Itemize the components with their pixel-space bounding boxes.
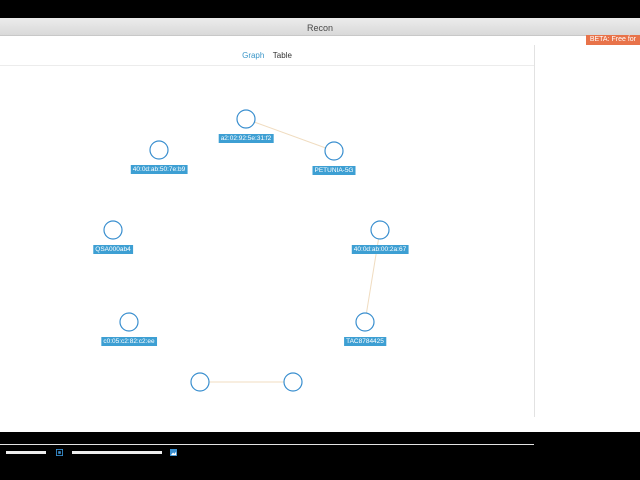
node-label: PETUNIA-5G — [314, 167, 353, 174]
node-circle[interactable] — [370, 220, 390, 240]
network-graph[interactable]: a2:02:92:5e:31:f2 40:0d:ab:50:7e:b9 PETUNI… — [0, 65, 534, 397]
node-circle[interactable] — [190, 372, 210, 392]
title-bar: Recon — [0, 18, 640, 36]
graph-node[interactable]: TAC8784425 — [344, 312, 387, 346]
graph-node[interactable]: PETUNIA-5G — [312, 141, 356, 175]
tab-table[interactable]: Table — [273, 46, 292, 66]
window-title: Recon — [306, 23, 333, 33]
view-tabs: Graph Table — [0, 45, 534, 66]
node-label: a2:02:92:5e:31:f2 — [221, 135, 272, 142]
node-label: TAC8784425 — [346, 338, 384, 345]
graph-edge — [364, 229, 381, 323]
export-image-icon[interactable] — [170, 449, 177, 456]
beta-banner: BETA: Free for — [585, 35, 640, 45]
main-pane: Graph Table a2:02:92:5e:31:f2 40:0d:ab:50… — [0, 45, 535, 456]
node-label: 40:0d:ab:00:2a:67 — [354, 246, 407, 253]
graph-toolbar — [0, 444, 534, 460]
graph-node[interactable]: Gildmoreland Wifi — [172, 372, 227, 397]
tab-graph[interactable]: Graph — [242, 46, 264, 66]
graph-node[interactable]: QSA000ab4 — [93, 220, 134, 254]
graph-node[interactable]: c0:05:c2:82:c2:ee — [101, 312, 158, 346]
node-circle[interactable] — [283, 372, 303, 392]
graph-node[interactable]: 40:0d:ab:50:7e:b9 — [130, 140, 188, 174]
fit-to-screen-icon[interactable] — [56, 449, 63, 456]
app-window: Recon BETA: Free for Graph Table a2:02:9… — [0, 18, 640, 456]
node-label: QSA000ab4 — [95, 246, 131, 253]
node-circle[interactable] — [236, 109, 256, 129]
graph-node[interactable]: 40:0d:ab:00:2a:67 — [351, 220, 409, 254]
node-label: c0:05:c2:82:c2:ee — [103, 338, 155, 345]
node-circle[interactable] — [103, 220, 123, 240]
node-circle[interactable] — [149, 140, 169, 160]
node-circle[interactable] — [355, 312, 375, 332]
node-circle[interactable] — [324, 141, 344, 161]
node-label: 40:0d:ab:50:7e:b9 — [133, 166, 186, 173]
graph-node[interactable]: 00:2d:f3:d2:4c:ee — [266, 372, 321, 397]
node-circle[interactable] — [119, 312, 139, 332]
toolbar-placeholder — [72, 451, 162, 454]
toolbar-placeholder — [6, 451, 46, 454]
details-panel — [535, 45, 640, 417]
